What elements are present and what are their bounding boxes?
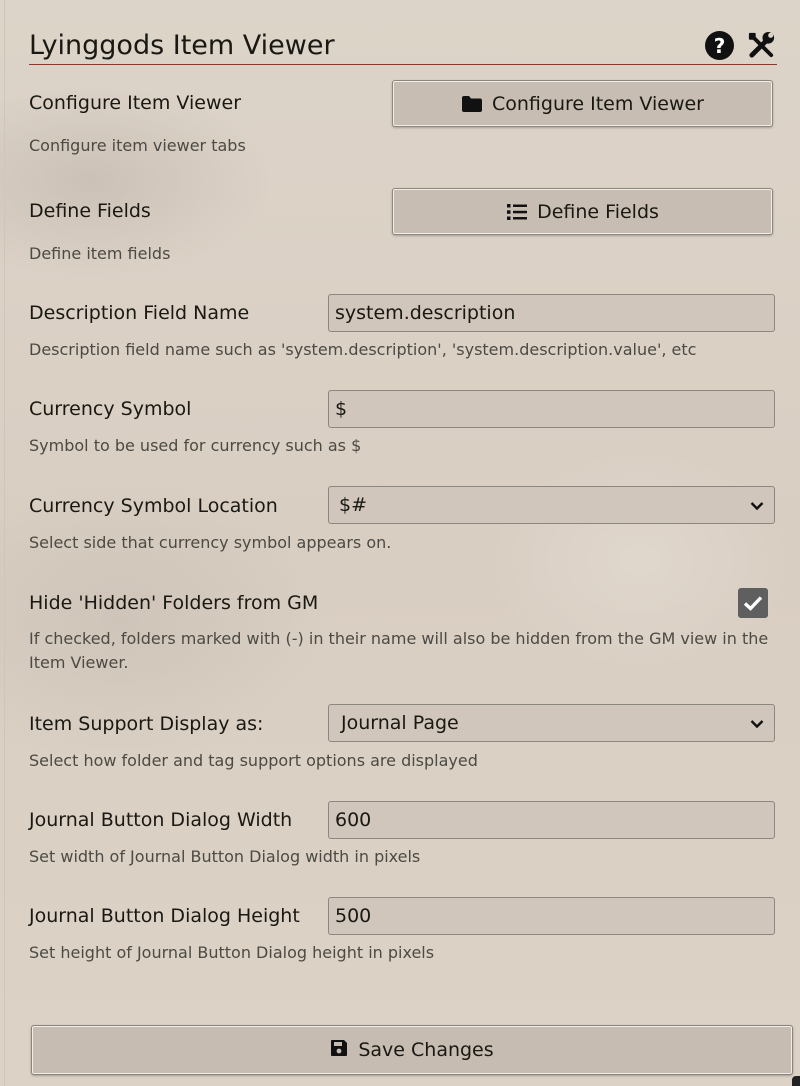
folder-icon [461,95,483,113]
header-icons: ? [705,30,777,61]
dialog-width-input[interactable] [328,801,775,839]
save-icon [330,1039,348,1062]
save-changes-label: Save Changes [358,1039,494,1061]
support-display-value: Journal Page [341,712,459,734]
currency-symbol-hint: Symbol to be used for currency such as $ [29,436,362,455]
window-title: Lyinggods Item Viewer [29,30,335,61]
configure-item-viewer-button[interactable]: Configure Item Viewer [392,80,773,127]
currency-symbol-input[interactable] [328,390,775,428]
support-display-label: Item Support Display as: [29,713,264,735]
currency-location-value: $# [339,494,368,516]
dialog-width-hint: Set width of Journal Button Dialog width… [29,847,421,866]
description-field-input[interactable] [328,294,775,332]
description-field-hint: Description field name such as 'system.d… [29,340,697,359]
tools-icon[interactable] [746,30,777,61]
dialog-height-input[interactable] [328,897,775,935]
window-resize-handle[interactable] [792,1076,800,1086]
hide-hidden-hint: If checked, folders marked with (-) in t… [29,629,769,672]
list-icon [506,203,528,221]
save-changes-button[interactable]: Save Changes [31,1025,793,1075]
define-fields-button[interactable]: Define Fields [392,188,773,235]
window-header: Lyinggods Item Viewer ? [29,26,777,65]
configure-label: Configure Item Viewer [29,92,242,114]
currency-location-select[interactable]: $# [328,486,775,524]
chevron-down-icon [750,712,764,734]
dialog-height-hint: Set height of Journal Button Dialog heig… [29,943,435,962]
configure-button-label: Configure Item Viewer [491,92,704,115]
support-display-select[interactable]: Journal Page [328,704,775,742]
question-circle-icon[interactable]: ? [705,31,734,60]
dialog-width-label: Journal Button Dialog Width [29,809,293,831]
support-display-hint: Select how folder and tag support option… [29,751,478,770]
hide-hidden-label: Hide 'Hidden' Folders from GM [29,592,319,614]
chevron-down-icon [750,494,764,516]
window-left-edge [4,0,5,1086]
dialog-height-label: Journal Button Dialog Height [29,905,300,927]
currency-location-hint: Select side that currency symbol appears… [29,533,392,552]
define-fields-hint: Define item fields [29,244,171,263]
configure-hint: Configure item viewer tabs [29,136,246,155]
currency-location-label: Currency Symbol Location [29,495,278,517]
check-icon [743,596,763,611]
define-fields-label: Define Fields [29,200,151,222]
hide-hidden-checkbox[interactable] [738,588,768,618]
description-field-label: Description Field Name [29,302,250,324]
define-fields-button-label: Define Fields [537,200,659,223]
currency-symbol-label: Currency Symbol [29,398,192,420]
